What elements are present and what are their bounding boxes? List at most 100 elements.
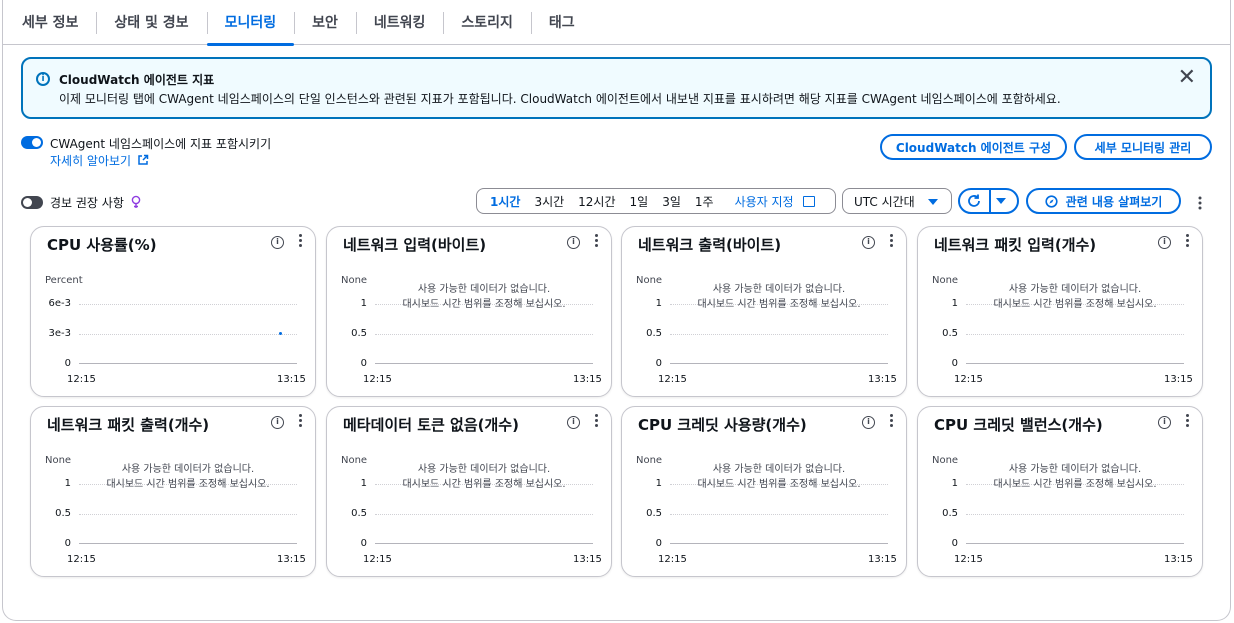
x-axis (79, 543, 297, 544)
info-icon[interactable]: i (1158, 236, 1171, 249)
range-1h[interactable]: 1시간 (483, 193, 527, 210)
widget-unit-label: None (932, 455, 959, 466)
grid-line (375, 334, 593, 335)
tab-monitoring[interactable]: 모니터링 (206, 0, 295, 46)
no-data-message: 사용 가능한 데이터가 없습니다. 대시보드 시간 범위를 조정해 보십시오. (958, 282, 1192, 312)
widget-title: 메타데이터 토큰 없음(개수) (343, 416, 519, 434)
info-icon[interactable]: i (862, 416, 875, 429)
close-icon[interactable]: ✕ (1178, 67, 1196, 89)
widget-menu-icon[interactable] (889, 413, 895, 429)
range-1d[interactable]: 1일 (623, 193, 656, 210)
no-data-message: 사용 가능한 데이터가 없습니다. 대시보드 시간 범위를 조정해 보십시오. (958, 462, 1192, 492)
widget-menu-icon[interactable] (298, 413, 304, 429)
toggle-knob (23, 198, 32, 207)
range-3d[interactable]: 3일 (655, 193, 688, 210)
tab-security[interactable]: 보안 (294, 0, 356, 45)
tab-storage[interactable]: 스토리지 (443, 0, 531, 45)
x-axis (966, 543, 1184, 544)
y-tick-label: 0 (64, 538, 71, 549)
no-data-line2: 대시보드 시간 범위를 조정해 보십시오. (993, 299, 1157, 310)
y-tick-label: 1 (360, 478, 367, 489)
info-alert: i CloudWatch 에이전트 지표 이제 모니터링 탭에 CWAgent … (21, 57, 1212, 119)
no-data-line2: 대시보드 시간 범위를 조정해 보십시오. (402, 479, 566, 490)
no-data-message: 사용 가능한 데이터가 없습니다. 대시보드 시간 범위를 조정해 보십시오. (367, 282, 601, 312)
split-divider (989, 190, 991, 212)
more-actions-icon[interactable] (1197, 195, 1203, 213)
y-tick-label: 0 (951, 358, 958, 369)
tab-tags[interactable]: 태그 (530, 0, 593, 45)
y-tick-label: 0.5 (646, 508, 662, 519)
tab-status-alarms[interactable]: 상태 및 경보 (96, 0, 206, 45)
tab-bar: 세부 정보 상태 및 경보 모니터링 보안 네트워킹 스토리지 태그 (2, 0, 1231, 46)
info-icon[interactable]: i (567, 236, 580, 249)
info-icon[interactable]: i (271, 236, 284, 249)
y-tick-label: 1 (360, 298, 367, 309)
widget-menu-icon[interactable] (298, 233, 304, 249)
metric-widget: 메타데이터 토큰 없음(개수) i None 1 0.5 0 12:15 13:… (326, 406, 612, 577)
no-data-line2: 대시보드 시간 범위를 조정해 보십시오. (697, 299, 861, 310)
widget-unit-label: None (932, 275, 959, 286)
no-data-message: 사용 가능한 데이터가 없습니다. 대시보드 시간 범위를 조정해 보십시오. (367, 462, 601, 492)
widget-menu-icon[interactable] (1185, 233, 1191, 249)
refresh-icon[interactable] (966, 193, 982, 209)
explore-label: 관련 내용 살펴보기 (1065, 194, 1163, 209)
learn-more-link[interactable]: 자세히 알아보기 (50, 152, 149, 169)
tab-details[interactable]: 세부 정보 (2, 0, 96, 45)
y-tick-label: 0.5 (646, 328, 662, 339)
range-1w[interactable]: 1주 (688, 193, 721, 210)
widget-menu-icon[interactable] (889, 233, 895, 249)
range-12h[interactable]: 12시간 (571, 193, 622, 210)
timezone-value: UTC 시간대 (854, 194, 915, 209)
y-tick-label: 3e-3 (48, 328, 72, 339)
y-tick-label: 0.5 (55, 508, 71, 519)
metric-widget: 네트워크 입력(바이트) i None 1 0.5 0 12:15 13:15 … (326, 226, 612, 397)
explore-related-button[interactable]: 관련 내용 살펴보기 (1026, 188, 1181, 214)
widget-unit-label: None (45, 455, 72, 466)
no-data-line1: 사용 가능한 데이터가 없습니다. (417, 464, 551, 475)
x-axis (966, 363, 1184, 364)
no-data-line2: 대시보드 시간 범위를 조정해 보십시오. (402, 299, 566, 310)
grid-line (670, 334, 888, 335)
info-icon[interactable]: i (862, 236, 875, 249)
info-icon[interactable]: i (271, 416, 284, 429)
grid-line (79, 334, 297, 335)
widget-menu-icon[interactable] (594, 413, 600, 429)
alarm-recommendation-toggle[interactable] (21, 196, 43, 209)
widget-unit-label: None (636, 275, 663, 286)
widget-menu-icon[interactable] (594, 233, 600, 249)
info-icon[interactable]: i (567, 416, 580, 429)
y-tick-label: 0 (655, 538, 662, 549)
y-tick-label: 0 (655, 358, 662, 369)
x-tick-label: 12:15 (954, 374, 983, 385)
tab-networking[interactable]: 네트워킹 (355, 0, 444, 45)
no-data-message: 사용 가능한 데이터가 없습니다. 대시보드 시간 범위를 조정해 보십시오. (662, 282, 896, 312)
widget-unit-label: None (341, 455, 368, 466)
cwagent-toggle[interactable] (21, 136, 43, 149)
no-data-line1: 사용 가능한 데이터가 없습니다. (712, 464, 846, 475)
x-tick-label: 12:15 (67, 374, 96, 385)
widget-title: CPU 크레딧 밸런스(개수) (934, 416, 1103, 434)
widget-title: CPU 크레딧 사용량(개수) (638, 416, 807, 434)
grid-line (966, 514, 1184, 515)
refresh-split-button (958, 188, 1019, 214)
caret-down-icon[interactable] (996, 198, 1006, 204)
widget-menu-icon[interactable] (1185, 413, 1191, 429)
y-tick-label: 1 (655, 478, 662, 489)
range-3h[interactable]: 3시간 (527, 193, 571, 210)
caret-down-icon (928, 199, 938, 205)
configure-agent-button[interactable]: CloudWatch 에이전트 구성 (880, 134, 1067, 160)
x-tick-label: 13:15 (277, 554, 306, 565)
timezone-select[interactable]: UTC 시간대 (842, 188, 952, 214)
y-tick-label: 1 (64, 478, 71, 489)
no-data-line2: 대시보드 시간 범위를 조정해 보십시오. (106, 479, 270, 490)
grid-line (966, 334, 1184, 335)
metric-widget: CPU 크레딧 사용량(개수) i None 1 0.5 0 12:15 13:… (621, 406, 907, 577)
info-icon[interactable]: i (1158, 416, 1171, 429)
widget-unit-label: None (341, 275, 368, 286)
x-axis (670, 363, 888, 364)
cwagent-toggle-label: CWAgent 네임스페이스에 지표 포함시키기 (50, 137, 272, 151)
calendar-icon (802, 195, 815, 207)
x-tick-label: 13:15 (868, 554, 897, 565)
range-custom[interactable]: 사용자 지정 (721, 193, 822, 210)
manage-monitoring-button[interactable]: 세부 모니터링 관리 (1074, 134, 1212, 160)
